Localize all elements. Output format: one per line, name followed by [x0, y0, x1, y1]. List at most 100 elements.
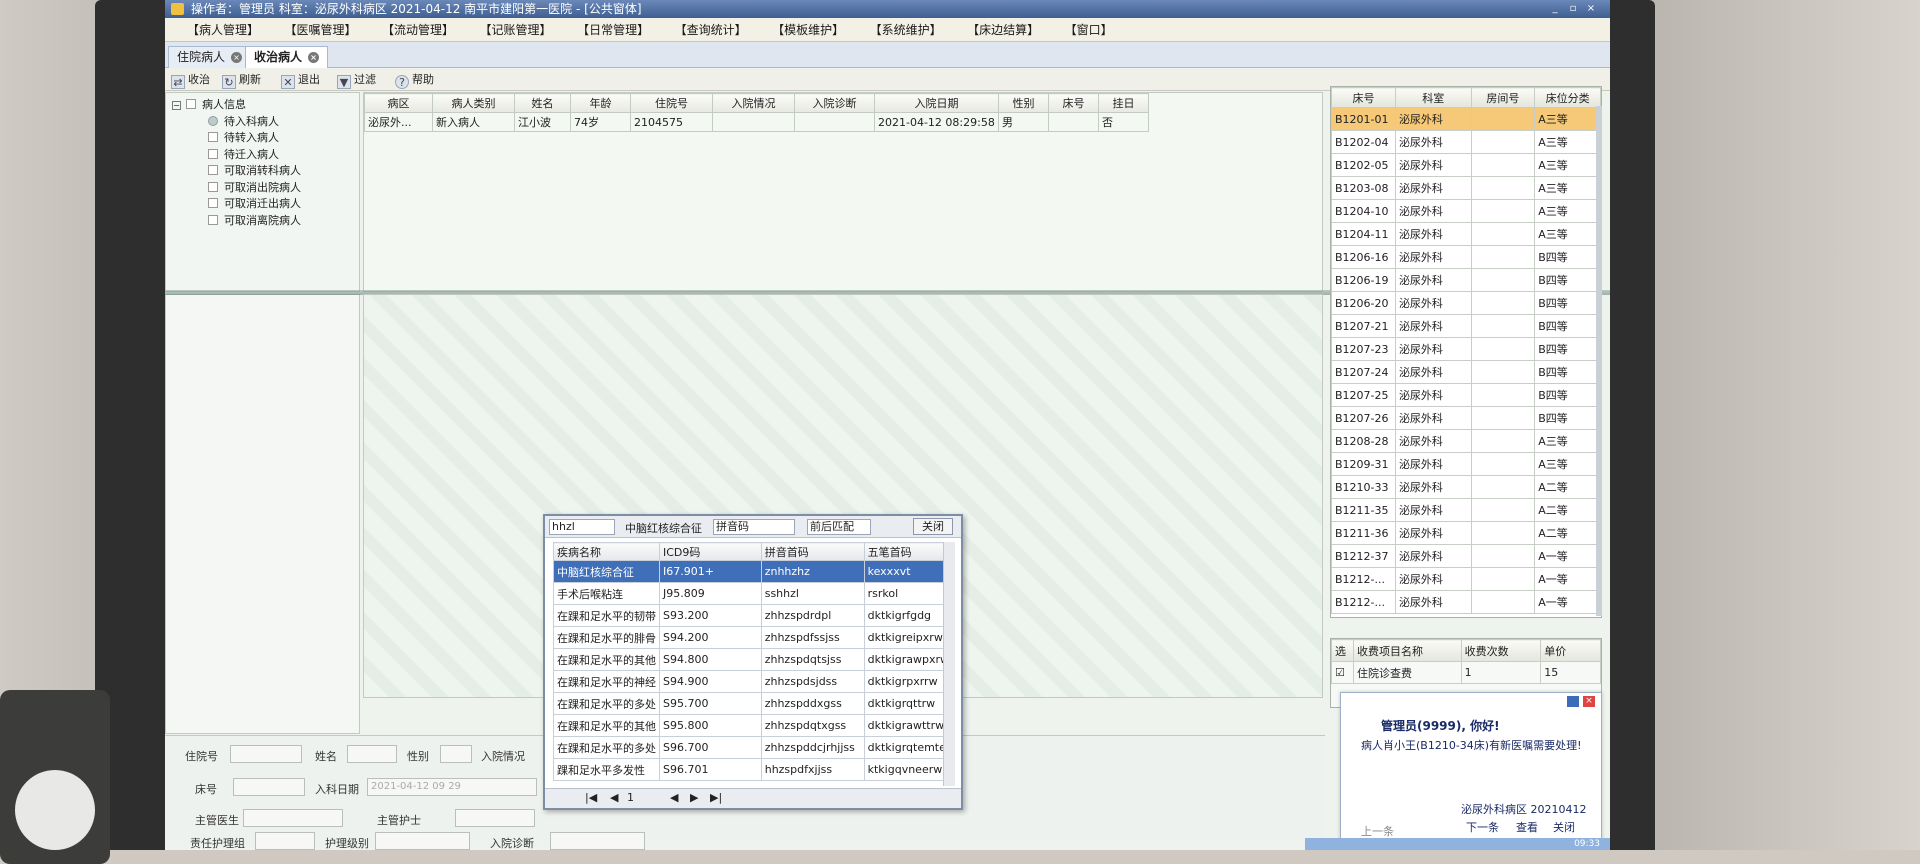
table-row[interactable]: 在踝和足水平的其他 S95.800 zhhzspdqtxgss dktkigrawtt…: [553, 714, 954, 737]
table-row[interactable]: B1206-19 泌尿外科 B四等: [1331, 268, 1601, 292]
admit-diag-field[interactable]: [550, 832, 645, 850]
picker-close-button[interactable]: 关闭: [913, 518, 953, 535]
help-button[interactable]: ? 帮助: [395, 71, 434, 89]
column-header[interactable]: 年龄: [570, 93, 631, 113]
menu-accounting[interactable]: 【记账管理】: [469, 18, 563, 42]
table-row[interactable]: B1209-31 泌尿外科 A三等: [1331, 452, 1601, 476]
column-header[interactable]: 入院诊断: [794, 93, 875, 113]
checkbox-icon[interactable]: [208, 132, 218, 142]
notification-message[interactable]: 病人肖小王(B1210-34床)有新医嘱需要处理!: [1361, 737, 1582, 753]
checkbox-icon[interactable]: [208, 148, 218, 159]
minimize-icon[interactable]: [1567, 696, 1579, 707]
table-row[interactable]: 手术后喉粘连 J95.809 sshhzl rsrkol: [553, 582, 954, 605]
collapse-icon[interactable]: −: [172, 101, 181, 110]
column-header[interactable]: 挂日: [1098, 93, 1149, 113]
refresh-button[interactable]: ↻ 刷新: [222, 71, 261, 89]
care-level-select[interactable]: [375, 832, 470, 850]
table-row[interactable]: B1210-33 泌尿外科 A二等: [1331, 475, 1601, 499]
page-number[interactable]: 1: [627, 791, 634, 804]
prev-icon[interactable]: ◀: [670, 791, 678, 804]
column-header[interactable]: 五笔首码: [863, 542, 954, 561]
table-row[interactable]: 在踝和足水平的神经 S94.900 zhhzspdsjdss dktkigrpxrrw: [553, 670, 954, 693]
menu-settlement[interactable]: 【床边结算】: [956, 18, 1050, 42]
column-header[interactable]: 姓名: [514, 93, 571, 113]
column-header[interactable]: 选: [1331, 639, 1354, 662]
table-row[interactable]: B1207-21 泌尿外科 B四等: [1331, 314, 1601, 338]
close-icon[interactable]: ×: [231, 52, 243, 63]
table-row[interactable]: B1207-25 泌尿外科 B四等: [1331, 383, 1601, 407]
prev-link[interactable]: 上一条: [1361, 823, 1394, 839]
gender-field[interactable]: [440, 745, 472, 763]
column-header[interactable]: 收费项目名称: [1352, 639, 1462, 662]
dept-date-field[interactable]: 2021-04-12 09 29: [367, 778, 537, 796]
table-row[interactable]: B1201-01 泌尿外科 A三等: [1331, 107, 1601, 131]
fee-checkbox[interactable]: ☑: [1331, 661, 1354, 684]
table-row[interactable]: 在踝和足水平的腓骨 S94.200 zhhzspdfssjss dktkigreipx…: [553, 626, 954, 649]
column-header[interactable]: 性别: [998, 93, 1049, 113]
admit-button[interactable]: ⇄ 收治: [171, 71, 210, 89]
column-header[interactable]: 收费次数: [1460, 639, 1542, 662]
column-header[interactable]: 单价: [1540, 639, 1601, 662]
table-row[interactable]: 中脑红核综合征 I67.901+ znhhzhz kexxxvt: [553, 560, 954, 583]
tree-item-cancel-moveout[interactable]: 可取消迁出病人: [172, 196, 359, 213]
column-header[interactable]: 病区: [364, 93, 433, 113]
table-row[interactable]: 在踝和足水平的多处 S95.700 zhhzspddxgss dktkigrqttrw: [553, 692, 954, 715]
table-row[interactable]: B1212-... 泌尿外科 A一等: [1331, 590, 1601, 614]
tree-item-cancel-transfer[interactable]: 可取消转科病人: [172, 163, 359, 180]
table-row[interactable]: B1204-11 泌尿外科 A三等: [1331, 222, 1601, 246]
code-type-select[interactable]: 拼音码: [713, 519, 795, 535]
table-row[interactable]: B1202-04 泌尿外科 A三等: [1331, 130, 1601, 154]
table-row[interactable]: B1211-36 泌尿外科 A二等: [1331, 521, 1601, 545]
table-row[interactable]: B1211-35 泌尿外科 A二等: [1331, 498, 1601, 522]
column-header[interactable]: 疾病名称: [553, 542, 660, 561]
checkbox-icon[interactable]: [208, 198, 218, 208]
minimize-button[interactable]: _: [1548, 2, 1562, 15]
menu-flow[interactable]: 【流动管理】: [371, 18, 465, 42]
table-row[interactable]: 在踝和足水平的其他 S94.800 zhhzspdqtsjss dktkigrawpx…: [553, 648, 954, 671]
menu-patient[interactable]: 【病人管理】: [165, 18, 270, 42]
attending-nurse-field[interactable]: [455, 809, 535, 827]
table-row[interactable]: B1207-26 泌尿外科 B四等: [1331, 406, 1601, 430]
next-link[interactable]: 下一条: [1466, 819, 1499, 835]
table-row[interactable]: B1207-24 泌尿外科 B四等: [1331, 360, 1601, 384]
prev-page-icon[interactable]: ◀: [610, 791, 618, 804]
tree-item-pending-transfer[interactable]: 待转入病人: [172, 130, 359, 147]
tree-item-cancel-discharge[interactable]: 可取消出院病人: [172, 180, 359, 197]
close-icon[interactable]: ×: [308, 52, 320, 63]
duty-group-field[interactable]: [255, 832, 315, 850]
search-input[interactable]: hhzl: [549, 519, 615, 535]
table-row[interactable]: B1202-05 泌尿外科 A三等: [1331, 153, 1601, 177]
table-row[interactable]: B1207-23 泌尿外科 B四等: [1331, 337, 1601, 361]
menu-orders[interactable]: 【医嘱管理】: [274, 18, 368, 42]
table-row[interactable]: B1212-37 泌尿外科 A一等: [1331, 544, 1601, 568]
table-row[interactable]: B1206-20 泌尿外科 B四等: [1331, 291, 1601, 315]
close-icon[interactable]: ×: [1583, 696, 1595, 707]
checkbox-icon[interactable]: [208, 165, 218, 175]
column-header[interactable]: 床号: [1331, 87, 1396, 108]
name-field[interactable]: [347, 745, 397, 763]
column-header[interactable]: 房间号: [1470, 87, 1536, 108]
table-row[interactable]: ☑ 住院诊查费 1 15: [1331, 661, 1601, 684]
inpatient-no-field[interactable]: [230, 745, 302, 763]
table-row[interactable]: 踝和足水平多发性 S96.701 hhzspdfxjjss ktkigqvneerw: [553, 758, 954, 781]
checkbox-icon[interactable]: [208, 214, 218, 225]
checkbox-icon[interactable]: [208, 181, 218, 192]
close-link[interactable]: 关闭: [1553, 819, 1575, 835]
exit-button[interactable]: ✕ 退出: [281, 71, 320, 89]
bed-scrollbar[interactable]: [1596, 106, 1602, 616]
tree-item-pending-move[interactable]: 待迁入病人: [172, 147, 359, 164]
filter-button[interactable]: ▼ 过滤: [337, 71, 376, 89]
table-row[interactable]: 泌尿外... 新入病人 江小波 74岁 2104575 2021-04-12 0…: [364, 112, 1149, 132]
table-row[interactable]: B1204-10 泌尿外科 A三等: [1331, 199, 1601, 223]
maximize-button[interactable]: ▫: [1566, 2, 1580, 15]
menu-query[interactable]: 【查询统计】: [664, 18, 758, 42]
picker-scrollbar[interactable]: [943, 542, 955, 786]
table-row[interactable]: B1212-... 泌尿外科 A一等: [1331, 567, 1601, 591]
table-row[interactable]: B1203-08 泌尿外科 A三等: [1331, 176, 1601, 200]
column-header[interactable]: 床位分类: [1534, 87, 1601, 108]
menu-daily[interactable]: 【日常管理】: [566, 18, 660, 42]
match-mode-select[interactable]: 前后匹配: [807, 519, 871, 535]
last-page-icon[interactable]: ▶|: [710, 791, 722, 804]
menu-window[interactable]: 【窗口】: [1054, 18, 1124, 42]
column-header[interactable]: 住院号: [630, 93, 713, 113]
